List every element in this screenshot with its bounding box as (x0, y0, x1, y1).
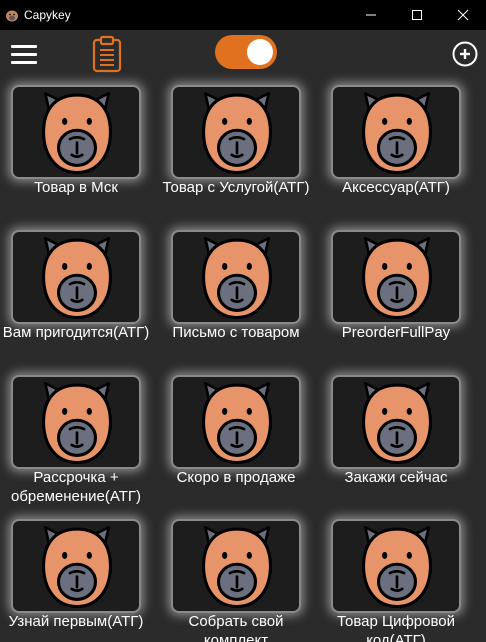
tile-label: Товар с Услугой(АТГ) (162, 179, 310, 196)
tile-11[interactable]: Собрать свой комплект (160, 514, 320, 642)
tile-8[interactable]: Скоро в продаже (160, 370, 320, 510)
tile-grid: Товар в Мск Товар с Услугой(АТГ) Аксессу… (0, 80, 486, 642)
minimize-icon (366, 14, 376, 16)
close-icon (457, 9, 469, 21)
tile-3[interactable]: Аксессуар(АТГ) (320, 80, 480, 220)
tile-label: Собрать свой комплект (188, 613, 284, 642)
maximize-button[interactable] (394, 0, 440, 30)
tile-5[interactable]: Письмо с товаром (160, 225, 320, 365)
title-bar: Capykey (0, 0, 486, 30)
tile-label: Аксессуар(АТГ) (342, 179, 450, 196)
toggle-knob (247, 39, 273, 65)
capybara-icon (42, 525, 112, 609)
close-button[interactable] (440, 0, 486, 30)
capybara-icon (202, 381, 272, 465)
capybara-icon (362, 381, 432, 465)
tile-image (171, 375, 301, 469)
capybara-icon (362, 525, 432, 609)
tile-7[interactable]: Рассрочка + обременение(АТГ) (0, 370, 160, 510)
window-controls (348, 0, 486, 30)
tile-image (331, 230, 461, 324)
tile-image (331, 85, 461, 179)
tile-label: PreorderFullPay (341, 324, 451, 341)
tile-image (331, 375, 461, 469)
tile-label: Вам пригодится(АТГ) (2, 324, 150, 341)
tile-label: Товар в Мск (34, 179, 118, 196)
minimize-button[interactable] (348, 0, 394, 30)
tile-image (11, 85, 141, 179)
toolbar (0, 30, 486, 80)
tile-image (331, 519, 461, 613)
tile-6[interactable]: PreorderFullPay (320, 225, 480, 365)
tile-image (11, 230, 141, 324)
hamburger-menu-icon[interactable] (11, 43, 37, 65)
tile-label: Закажи сейчас (344, 469, 448, 486)
tile-image (171, 85, 301, 179)
tile-2[interactable]: Товар с Услугой(АТГ) (160, 80, 320, 220)
tile-9[interactable]: Закажи сейчас (320, 370, 480, 510)
mode-toggle[interactable] (215, 35, 277, 69)
capybara-icon (4, 7, 20, 23)
capybara-icon (202, 236, 272, 320)
tile-label: Товар Цифровой код(АТГ) (336, 613, 455, 642)
tile-4[interactable]: Вам пригодится(АТГ) (0, 225, 160, 365)
plus-circle-icon[interactable] (452, 41, 478, 67)
tile-image (11, 375, 141, 469)
tile-10[interactable]: Узнай первым(АТГ) (0, 514, 160, 642)
tile-image (171, 230, 301, 324)
capybara-icon (202, 525, 272, 609)
tile-12[interactable]: Товар Цифровой код(АТГ) (320, 514, 480, 642)
tile-1[interactable]: Товар в Мск (0, 80, 160, 220)
capybara-icon (202, 91, 272, 175)
tile-image (11, 519, 141, 613)
capybara-icon (362, 236, 432, 320)
clipboard-icon[interactable] (92, 35, 122, 73)
tile-label: Узнай первым(АТГ) (8, 613, 144, 630)
capybara-icon (42, 381, 112, 465)
capybara-icon (42, 91, 112, 175)
tile-image (171, 519, 301, 613)
window-title: Capykey (24, 8, 71, 22)
tile-label: Скоро в продаже (176, 469, 296, 486)
tile-label: Рассрочка + обременение(АТГ) (10, 469, 141, 505)
tile-label: Письмо с товаром (172, 324, 300, 341)
capybara-icon (362, 91, 432, 175)
maximize-icon (412, 10, 422, 20)
app-window: Capykey Товар в Мск Товар с Услугой(АТГ)… (0, 0, 486, 642)
capybara-icon (42, 236, 112, 320)
